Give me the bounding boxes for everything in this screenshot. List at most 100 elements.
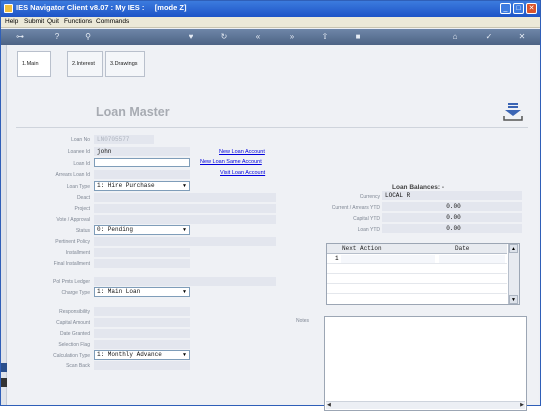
deact-field[interactable]	[94, 193, 276, 202]
help-icon[interactable]: ?	[50, 31, 64, 43]
notes-horizontal-scrollbar[interactable]: ◀ ▶	[326, 401, 525, 409]
final-installment-label: Final Installment	[53, 261, 90, 267]
next-action-cell[interactable]	[341, 255, 435, 263]
title-bar: IES Navigator Client v8.07 : My IES : [m…	[1, 1, 540, 17]
capital-amount-label: Capital Amount	[56, 320, 90, 326]
arrears-loan-id-label: Arrears Loan Id	[55, 172, 90, 178]
charge-type-select[interactable]: 1: Main Loan ▼	[94, 287, 190, 297]
menu-submit[interactable]: Submit	[24, 18, 44, 25]
grid-scrollbar[interactable]: ▲ ▼	[508, 244, 519, 304]
charge-type-label: Charge Type	[61, 290, 90, 296]
table-row[interactable]	[327, 274, 507, 284]
refresh-icon[interactable]: ↻	[217, 31, 231, 43]
menu-functions[interactable]: Functions	[64, 18, 92, 25]
minimize-button[interactable]: _	[500, 3, 511, 14]
calculation-type-select[interactable]: 1: Monthly Advance ▼	[94, 350, 190, 360]
download-icon[interactable]	[502, 102, 524, 122]
cancel-icon[interactable]: ✕	[515, 31, 529, 43]
app-icon	[4, 4, 13, 13]
close-button[interactable]: ✕	[526, 3, 537, 14]
page-title: Loan Master	[96, 105, 170, 119]
menu-commands[interactable]: Commands	[96, 18, 129, 25]
tab-drawings[interactable]: 3.Drawings	[105, 51, 145, 77]
chevron-up-icon[interactable]: ▲	[509, 244, 518, 253]
table-row[interactable]	[327, 284, 507, 294]
date-granted-field[interactable]	[94, 329, 190, 338]
project-label: Project	[74, 206, 90, 212]
final-installment-field[interactable]	[94, 259, 190, 268]
responsibility-label: Responsibility	[59, 309, 90, 315]
scan-back-field[interactable]	[94, 361, 190, 370]
currency-field: LOCAL R	[382, 191, 522, 200]
row-number: 1	[335, 255, 339, 262]
calculation-type-label: Calculation Type	[53, 353, 90, 359]
chevron-left-icon[interactable]: ◀	[327, 402, 331, 408]
search-icon[interactable]: ⚲	[81, 31, 95, 43]
chevron-right-icon[interactable]: ▶	[520, 402, 524, 408]
next-action-column-header: Next Action	[342, 245, 382, 252]
menu-quit[interactable]: Quit	[47, 18, 59, 25]
capital-ytd-label: Capital YTD	[353, 216, 380, 222]
tab-main[interactable]: 1.Main	[17, 51, 51, 77]
selection-flag-field[interactable]	[94, 340, 190, 349]
chevron-down-icon[interactable]: ▼	[509, 295, 518, 304]
selection-flag-label: Selection Flag	[58, 342, 90, 348]
pol-pmts-ledger-field[interactable]	[94, 277, 276, 286]
charge-type-value: 1: Main Loan	[97, 288, 141, 295]
new-loan-same-account-link[interactable]: New Loan Same Account	[200, 159, 262, 165]
key-icon[interactable]: ⊶	[9, 31, 31, 43]
pertinent-policy-label: Pertinent Policy	[55, 239, 90, 245]
currency-label: Currency	[359, 194, 380, 200]
visit-loan-account-link[interactable]: Visit Loan Account	[220, 170, 265, 176]
loan-id-field[interactable]	[94, 158, 190, 167]
date-cell[interactable]	[439, 255, 505, 263]
calculation-type-value: 1: Monthly Advance	[97, 351, 162, 358]
notes-label: Notes	[296, 318, 310, 324]
loan-ytd-label: Loan YTD	[357, 227, 380, 233]
responsibility-field[interactable]	[94, 307, 190, 316]
stop-icon[interactable]: ■	[351, 31, 365, 43]
vote-approval-field[interactable]	[94, 215, 276, 224]
loan-no-field: LN0705577	[94, 135, 154, 144]
next-action-grid: Next Action Date 1 ▲ ▼	[326, 243, 520, 305]
current-arrears-ytd-label: Current / Arrears YTD	[331, 205, 380, 211]
chevron-down-icon[interactable]: ▼	[181, 352, 188, 358]
ok-icon[interactable]: ✓	[482, 31, 496, 43]
header-divider	[16, 127, 528, 128]
installment-label: Installment	[65, 250, 90, 256]
loan-balances-title: Loan Balances: -	[392, 184, 445, 191]
rewind-icon[interactable]: «	[251, 31, 265, 43]
loan-id-label: Loan Id	[73, 161, 90, 167]
fast-forward-icon[interactable]: »	[285, 31, 299, 43]
chevron-down-icon[interactable]: ▼	[181, 227, 188, 233]
maximize-button[interactable]: □	[513, 3, 524, 14]
loanee-id-field[interactable]: john	[94, 147, 190, 156]
loan-ytd-field: 0.00	[382, 224, 522, 233]
status-select[interactable]: 0: Pending ▼	[94, 225, 190, 235]
pertinent-policy-field[interactable]	[94, 237, 276, 246]
arrears-loan-id-field[interactable]	[94, 170, 190, 179]
loan-type-select[interactable]: 1: Hire Purchase ▼	[94, 181, 190, 191]
home-icon[interactable]: ⌂	[448, 31, 462, 43]
chevron-down-icon[interactable]: ▼	[181, 183, 188, 189]
installment-field[interactable]	[94, 248, 190, 257]
tab-interest[interactable]: 2.Interest	[67, 51, 103, 77]
status-value: 0: Pending	[97, 226, 134, 233]
menu-help[interactable]: Help	[5, 18, 18, 25]
deact-label: Deact	[76, 195, 90, 201]
capital-amount-field[interactable]	[94, 318, 190, 327]
heart-icon[interactable]: ♥	[184, 31, 198, 43]
current-arrears-ytd-field: 0.00	[382, 202, 522, 211]
main-content: 1.Main 2.Interest 3.Drawings Loan Master…	[8, 45, 538, 411]
table-row[interactable]	[327, 264, 507, 274]
chevron-down-icon[interactable]: ▼	[181, 289, 188, 295]
upload-icon[interactable]: ⇧	[318, 31, 332, 43]
info-icon[interactable]	[1, 378, 7, 387]
loan-no-label: Loan No	[71, 137, 90, 143]
notes-textarea[interactable]: ◀ ▶	[324, 316, 527, 411]
loan-type-label: Loan Type	[66, 184, 90, 190]
table-row[interactable]: 1	[327, 254, 507, 264]
project-field[interactable]	[94, 204, 276, 213]
new-loan-account-link[interactable]: New Loan Account	[219, 149, 265, 155]
side-panel-icon[interactable]	[1, 363, 7, 372]
